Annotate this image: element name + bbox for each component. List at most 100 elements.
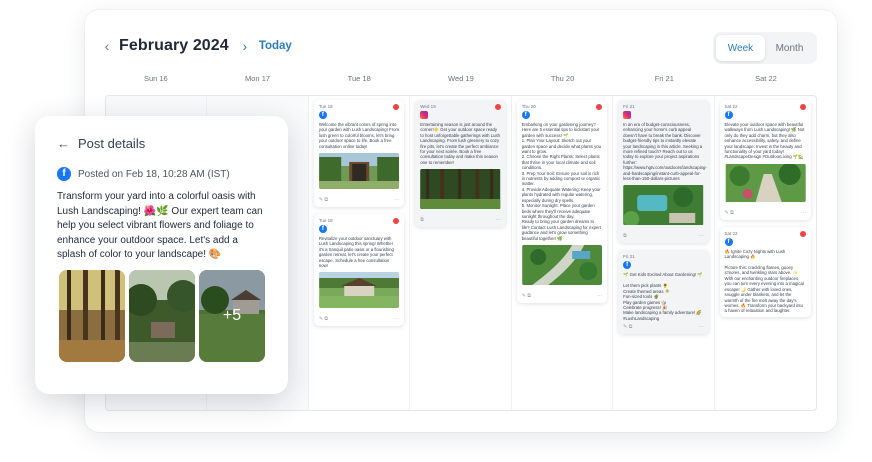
week-view-button[interactable]: Week <box>716 35 765 61</box>
facebook-icon: f <box>724 111 733 119</box>
day-header: Wed 19 <box>448 74 474 83</box>
more-icon[interactable]: ··· <box>394 316 399 323</box>
post-date: Fri 21 <box>623 104 635 109</box>
day-header: Sat 22 <box>755 74 777 83</box>
post-footer: ⧉ ··· <box>623 233 703 240</box>
post-image-garden-path <box>521 244 602 285</box>
post-text: Elevate your outdoor space with beautifu… <box>724 122 806 160</box>
more-photos-count[interactable]: +5 <box>199 270 265 362</box>
day-column-thu[interactable]: Thu 20 f Embarking on your gardening jou… <box>512 96 614 410</box>
post-image-walkway <box>725 162 806 202</box>
day-column-sat[interactable]: Sat 22 f Elevate your outdoor space with… <box>715 96 816 410</box>
post-footer: ✎ ⧉ ··· <box>319 316 399 323</box>
status-dot <box>799 104 806 110</box>
post-card[interactable]: Thu 20 f Embarking on your gardening jou… <box>516 100 608 303</box>
post-image-garden-gate <box>319 153 400 190</box>
day-column-tue[interactable]: Tue 18 f Welcome the vibrant colors of s… <box>309 96 411 410</box>
post-text: 🔥 Ignite Cozy Nights with Lush Landscapi… <box>724 248 804 314</box>
day-header: Thu 20 <box>550 74 575 83</box>
post-card[interactable]: Tue 18 f Welcome the vibrant colors of s… <box>313 100 405 208</box>
status-dot <box>494 104 501 110</box>
month-label: February 2024 <box>119 37 229 54</box>
more-icon[interactable]: ··· <box>394 197 399 204</box>
post-footer: ✎ ⧉ ··· <box>522 293 602 300</box>
post-date: Sat 22 <box>724 104 738 109</box>
day-header: Mon 17 <box>245 74 271 83</box>
edit-icon[interactable]: ✎ ⧉ <box>725 210 734 217</box>
post-image-pool-garden <box>623 185 704 228</box>
post-footer: ✎ ⧉ ··· <box>623 324 703 331</box>
chevron-left-icon[interactable]: ‹ <box>99 38 115 54</box>
details-header: ← Post details <box>57 136 266 151</box>
today-button[interactable]: Today <box>259 40 292 52</box>
facebook-icon: f <box>724 237 733 246</box>
day-column-fri[interactable]: Fri 21 In an era of budget-consciousness… <box>613 96 715 410</box>
instagram-icon <box>623 111 632 119</box>
edit-icon[interactable]: ✎ ⧉ <box>623 324 632 331</box>
photo-forest <box>59 270 125 362</box>
instagram-icon <box>420 111 429 119</box>
copy-icon[interactable]: ⧉ <box>420 217 424 224</box>
chevron-right-icon[interactable]: › <box>237 38 253 54</box>
posted-on-text: Posted on Feb 18, 10:28 AM (IST) <box>78 168 230 180</box>
more-icon[interactable]: ··· <box>597 293 602 300</box>
post-text: Embarking on your gardening journey? Her… <box>521 122 601 241</box>
post-card[interactable]: Fri 21 f 🌱 Get Kids Excited About Garden… <box>618 250 709 335</box>
post-card[interactable]: Sat 22 f Elevate your outdoor space with… <box>719 100 811 220</box>
view-switcher: Week Month <box>713 32 817 64</box>
post-body-text: Transform your yard into a colorful oasi… <box>57 191 263 260</box>
post-card[interactable]: Wed 19 Entertaining season is just aroun… <box>415 100 506 228</box>
post-date: Thu 20 <box>521 104 536 109</box>
day-column-wed[interactable]: Wed 19 Entertaining season is just aroun… <box>410 96 512 410</box>
post-date: Sat 22 <box>724 230 738 236</box>
photo-garden-seat <box>129 270 195 362</box>
post-card[interactable]: Tue 18 f Revitalize your outdoor sanctua… <box>313 214 405 327</box>
stage: ‹ February 2024 › Today Week Month Sun 1… <box>0 0 872 462</box>
edit-icon[interactable]: ✎ ⧉ <box>319 316 328 323</box>
back-arrow-icon[interactable]: ← <box>57 136 70 151</box>
facebook-icon: f <box>318 225 327 234</box>
day-header: Fri 21 <box>654 74 674 83</box>
post-text: Welcome the vibrant colors of spring int… <box>318 122 401 149</box>
facebook-icon: f <box>318 111 327 119</box>
post-card[interactable]: Sat 22 f 🔥 Ignite Cozy Nights with Lush … <box>719 226 811 317</box>
facebook-icon: f <box>623 261 632 270</box>
post-text: Entertaining season is just around the c… <box>420 122 502 165</box>
day-header: Tue 18 <box>347 74 371 83</box>
month-view-button[interactable]: Month <box>765 35 814 61</box>
post-date: Wed 19 <box>420 104 436 109</box>
post-text: 🌱 Get Kids Excited About Gardening! 🌱 Le… <box>623 272 703 321</box>
post-meta: f Posted on Feb 18, 10:28 AM (IST) <box>57 167 266 181</box>
post-card[interactable]: Fri 21 In an era of budget-consciousness… <box>618 100 709 244</box>
post-photos: +5 <box>59 270 265 362</box>
edit-icon[interactable]: ✎ ⧉ <box>522 293 531 300</box>
status-dot <box>393 104 400 110</box>
post-text: In an era of budget-consciousness, enhan… <box>623 122 707 182</box>
edit-icon[interactable]: ✎ ⧉ <box>319 197 328 204</box>
post-footer: ✎ ⧉ ··· <box>319 197 399 204</box>
details-title: Post details <box>78 136 146 151</box>
facebook-icon: f <box>521 111 530 119</box>
post-date: Tue 18 <box>318 104 333 109</box>
more-icon[interactable]: ··· <box>699 324 704 331</box>
photo-thumbnail[interactable] <box>59 270 125 362</box>
status-dot <box>596 104 603 110</box>
post-date: Tue 18 <box>318 218 333 224</box>
post-footer: ⧉ ··· <box>420 217 500 224</box>
post-image-pavilion <box>319 272 400 309</box>
more-icon[interactable]: ··· <box>496 217 501 224</box>
facebook-icon: f <box>57 167 71 181</box>
copy-icon[interactable]: ⧉ <box>623 233 627 240</box>
post-text: Revitalize your outdoor sanctuary with L… <box>318 236 396 269</box>
calendar-header: ‹ February 2024 › Today <box>99 34 292 58</box>
more-icon[interactable]: ··· <box>699 233 704 240</box>
photo-thumbnail-more[interactable]: +5 <box>199 270 265 362</box>
day-header: Sun 16 <box>143 74 168 83</box>
post-image-forest <box>420 169 501 210</box>
photo-thumbnail[interactable] <box>129 270 195 362</box>
day-headers: Sun 16 Mon 17 Tue 18 Wed 19 Thu 20 Fri 2… <box>105 74 817 83</box>
more-icon[interactable]: ··· <box>801 210 806 217</box>
status-dot <box>393 218 400 225</box>
post-details-panel: ← Post details f Posted on Feb 18, 10:28… <box>35 116 288 394</box>
post-footer: ✎ ⧉ ··· <box>725 210 806 217</box>
